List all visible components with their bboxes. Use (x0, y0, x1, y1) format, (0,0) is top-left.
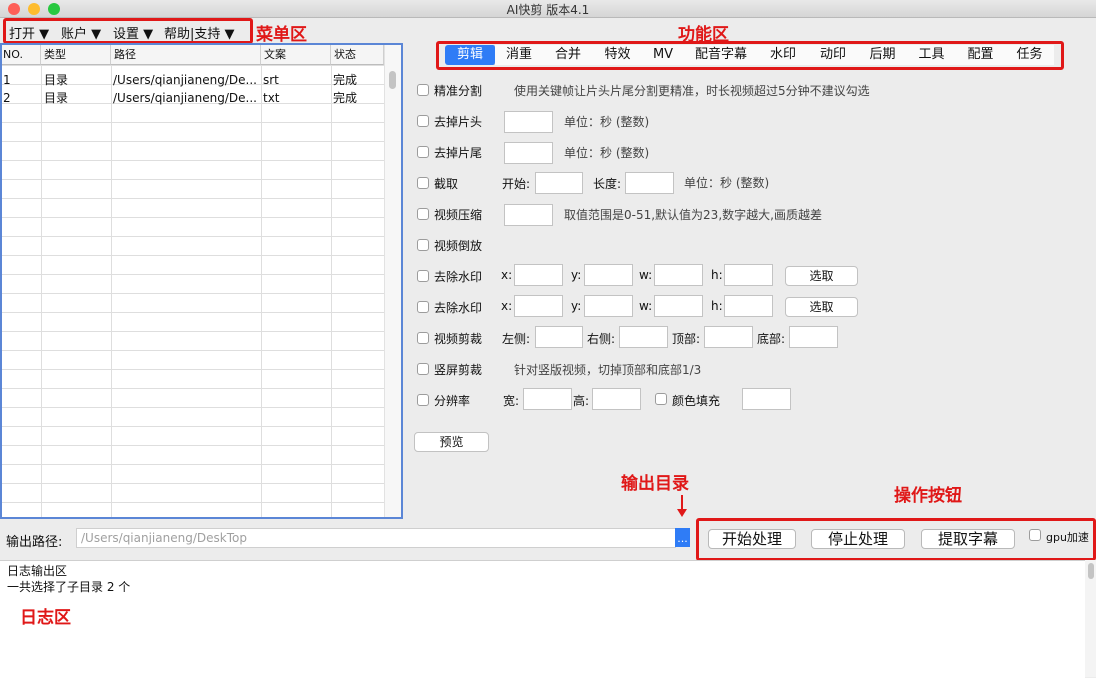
watermark1-select-button[interactable]: 选取 (785, 266, 858, 286)
watermark1-w-input[interactable] (654, 264, 703, 286)
vertical-crop-hint: 针对竖版视频，切掉顶部和底部1/3 (514, 361, 701, 378)
crop-right-label: 右侧: (587, 330, 615, 347)
watermark1-w-label: w: (639, 268, 652, 282)
color-fill-input[interactable] (742, 388, 791, 410)
crop-left-input[interactable] (535, 326, 583, 348)
clip-checkbox[interactable] (417, 177, 429, 189)
crop-label: 视频剪裁 (434, 330, 482, 347)
clip-hint: 单位：秒 (整数) (684, 174, 769, 191)
watermark1-x-input[interactable] (514, 264, 563, 286)
menu-area-annotation: 菜单区 (256, 20, 307, 45)
clip-label: 截取 (434, 175, 458, 192)
crop-checkbox[interactable] (417, 332, 429, 344)
crop-top-input[interactable] (704, 326, 753, 348)
watermark2-h-input[interactable] (724, 295, 773, 317)
crop-bottom-input[interactable] (789, 326, 838, 348)
table-frame (0, 43, 403, 519)
resolution-label: 分辨率 (434, 392, 470, 409)
watermark1-y-input[interactable] (584, 264, 633, 286)
crop-right-input[interactable] (619, 326, 668, 348)
watermark1-h-label: h: (711, 268, 723, 282)
watermark2-x-label: x: (501, 299, 512, 313)
remove-tail-seconds-input[interactable] (504, 142, 553, 164)
log-line: 日志输出区 (7, 562, 67, 579)
watermark2-checkbox[interactable] (417, 301, 429, 313)
crop-top-label: 顶部: (672, 330, 700, 347)
function-area-annotation-box (436, 41, 1064, 70)
resolution-checkbox[interactable] (417, 394, 429, 406)
reverse-label: 视频倒放 (434, 237, 482, 254)
precise-split-checkbox[interactable] (417, 84, 429, 96)
watermark1-checkbox[interactable] (417, 270, 429, 282)
title-bar: AI快剪 版本4.1 (0, 0, 1096, 18)
watermark2-y-input[interactable] (584, 295, 633, 317)
function-area-annotation: 功能区 (678, 20, 729, 45)
remove-head-seconds-input[interactable] (504, 111, 553, 133)
output-dir-annotation: 输出目录 (621, 469, 689, 494)
watermark1-h-input[interactable] (724, 264, 773, 286)
precise-split-label: 精准分割 (434, 82, 482, 99)
watermark1-x-label: x: (501, 268, 512, 282)
watermark2-select-button[interactable]: 选取 (785, 297, 858, 317)
color-fill-label: 颜色填充 (672, 392, 720, 409)
down-arrow-icon (677, 509, 687, 517)
browse-output-button[interactable]: ... (675, 528, 690, 547)
watermark2-w-label: w: (639, 299, 652, 313)
vertical-crop-label: 竖屏剪裁 (434, 361, 482, 378)
clip-length-label: 长度: (593, 175, 621, 192)
watermark2-label: 去除水印 (434, 299, 482, 316)
compress-checkbox[interactable] (417, 208, 429, 220)
preview-button[interactable]: 预览 (414, 432, 489, 452)
compress-hint: 取值范围是0-51,默认值为23,数字越大,画质越差 (564, 206, 822, 223)
window-title: AI快剪 版本4.1 (0, 1, 1096, 18)
vertical-crop-checkbox[interactable] (417, 363, 429, 375)
log-scroll-thumb[interactable] (1088, 563, 1094, 579)
remove-tail-checkbox[interactable] (417, 146, 429, 158)
reverse-checkbox[interactable] (417, 239, 429, 251)
crop-bottom-label: 底部: (757, 330, 785, 347)
log-scrollbar[interactable] (1085, 560, 1096, 677)
remove-head-checkbox[interactable] (417, 115, 429, 127)
remove-tail-hint: 单位：秒 (整数) (564, 144, 649, 161)
remove-head-label: 去掉片头 (434, 113, 482, 130)
precise-split-hint: 使用关键帧让片头片尾分割更精准，时长视频超过5分钟不建议勾选 (514, 82, 870, 99)
clip-length-input[interactable] (625, 172, 674, 194)
action-buttons-annotation-box (696, 518, 1096, 561)
remove-tail-label: 去掉片尾 (434, 144, 482, 161)
log-line: 一共选择了子目录 2 个 (7, 578, 130, 595)
watermark1-y-label: y: (571, 268, 581, 282)
resolution-width-label: 宽: (503, 392, 519, 409)
compress-label: 视频压缩 (434, 206, 482, 223)
clip-start-label: 开始: (502, 175, 530, 192)
resolution-height-label: 高: (573, 392, 589, 409)
compress-value-input[interactable] (504, 204, 553, 226)
log-area[interactable]: 日志输出区 一共选择了子目录 2 个 (0, 560, 1085, 678)
watermark1-label: 去除水印 (434, 268, 482, 285)
remove-head-hint: 单位：秒 (整数) (564, 113, 649, 130)
action-buttons-annotation: 操作按钮 (894, 481, 962, 506)
output-path-label: 输出路径: (6, 531, 62, 550)
resolution-height-input[interactable] (592, 388, 641, 410)
watermark2-h-label: h: (711, 299, 723, 313)
watermark2-y-label: y: (571, 299, 581, 313)
color-fill-checkbox[interactable] (655, 393, 667, 405)
watermark2-x-input[interactable] (514, 295, 563, 317)
output-path-input[interactable]: /Users/qianjianeng/DeskTop (76, 528, 676, 548)
clip-start-input[interactable] (535, 172, 583, 194)
crop-left-label: 左侧: (502, 330, 530, 347)
resolution-width-input[interactable] (523, 388, 572, 410)
watermark2-w-input[interactable] (654, 295, 703, 317)
menu-area-annotation-box (3, 18, 253, 44)
log-area-annotation: 日志区 (20, 603, 71, 628)
